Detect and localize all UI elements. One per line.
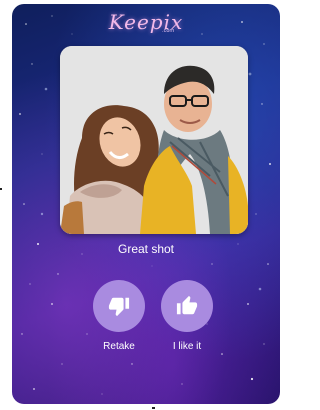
edge-mark: [0, 188, 2, 190]
brand-logo: Keepix: [12, 10, 280, 34]
photo-review-card: Keepix .com Great shot Retake I like it: [12, 4, 280, 404]
result-caption: Great shot: [117, 242, 175, 256]
retake-label: Retake: [103, 341, 135, 352]
thumbs-up-icon: [176, 295, 198, 315]
captured-photo: [60, 46, 248, 234]
retake-button[interactable]: [93, 280, 145, 332]
couple-photo-image: [60, 46, 248, 234]
edge-mark: [152, 407, 155, 409]
screen: Keepix .com Great shot Retake I like it: [0, 0, 284, 410]
brand-subtitle: .com: [162, 28, 175, 34]
thumbs-down-icon: [108, 297, 130, 317]
like-button[interactable]: [161, 280, 213, 332]
like-label: I like it: [172, 341, 202, 352]
